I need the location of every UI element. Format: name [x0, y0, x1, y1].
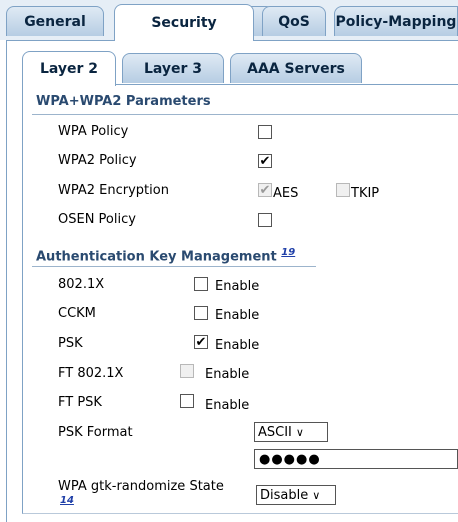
tab-qos[interactable]: QoS [262, 6, 326, 36]
akm-ft8021x-enable-label: Enable [205, 367, 250, 382]
psk-format-value: ASCII [258, 424, 292, 440]
akm-title-text: Authentication Key Management [36, 249, 277, 265]
chevron-down-icon: ∨ [295, 425, 304, 439]
akm-footnote-link[interactable]: 19 [281, 247, 295, 258]
psk-format-select[interactable]: ASCII ∨ [254, 422, 328, 442]
tab-general[interactable]: General [6, 6, 104, 36]
gtk-randomize-select[interactable]: Disable ∨ [256, 485, 336, 505]
akm-section-divider [32, 266, 316, 267]
akm-cckm-checkbox[interactable] [194, 306, 208, 320]
akm-8021x-enable-label: Enable [215, 279, 260, 294]
wpa2-policy-checkbox[interactable]: ✔ [258, 154, 272, 168]
subtab-layer3[interactable]: Layer 3 [122, 53, 224, 83]
wpa-section-divider [32, 114, 458, 115]
gtk-footnote-link[interactable]: 14 [60, 495, 74, 506]
akm-ft8021x-checkbox[interactable] [180, 364, 194, 378]
akm-row-psk-label: PSK [58, 336, 83, 351]
subtab-aaa-servers[interactable]: AAA Servers [230, 53, 362, 83]
tkip-label: TKIP [351, 186, 380, 201]
akm-row-cckm-label: CCKM [58, 306, 96, 321]
gtk-randomize-label: WPA gtk-randomize State [58, 479, 224, 494]
wpa-policy-checkbox[interactable] [258, 125, 272, 139]
akm-ftpsk-enable-label: Enable [205, 398, 250, 413]
akm-row-8021x-label: 802.1X [58, 277, 105, 292]
akm-ftpsk-checkbox[interactable] [180, 394, 194, 408]
psk-key-input[interactable]: ●●●●● [254, 449, 458, 469]
aes-checkbox[interactable]: ✔ [258, 183, 272, 197]
akm-section-title: Authentication Key Management 19 [36, 245, 295, 264]
wpa-section-title: WPA+WPA2 Parameters [36, 94, 211, 109]
akm-psk-checkbox[interactable]: ✔ [194, 335, 208, 349]
akm-psk-enable-label: Enable [215, 338, 260, 353]
akm-cckm-enable-label: Enable [215, 308, 260, 323]
tkip-checkbox[interactable] [336, 183, 350, 197]
osen-policy-label: OSEN Policy [58, 212, 136, 227]
aes-label: AES [273, 186, 299, 201]
osen-policy-checkbox[interactable] [258, 213, 272, 227]
psk-format-label: PSK Format [58, 425, 133, 440]
tab-policy-mapping[interactable]: Policy-Mapping [334, 6, 458, 36]
wpa2-encryption-label: WPA2 Encryption [58, 183, 169, 198]
subtab-layer2[interactable]: Layer 2 [22, 51, 116, 86]
tab-security-active[interactable]: Security [114, 4, 254, 41]
akm-8021x-checkbox[interactable] [194, 277, 208, 291]
akm-row-ft8021x-label: FT 802.1X [58, 366, 124, 381]
gtk-randomize-value: Disable [260, 487, 309, 503]
akm-row-ftpsk-label: FT PSK [58, 395, 102, 410]
wpa2-policy-label: WPA2 Policy [58, 153, 137, 168]
wpa-policy-label: WPA Policy [58, 124, 129, 139]
chevron-down-icon: ∨ [312, 488, 321, 502]
